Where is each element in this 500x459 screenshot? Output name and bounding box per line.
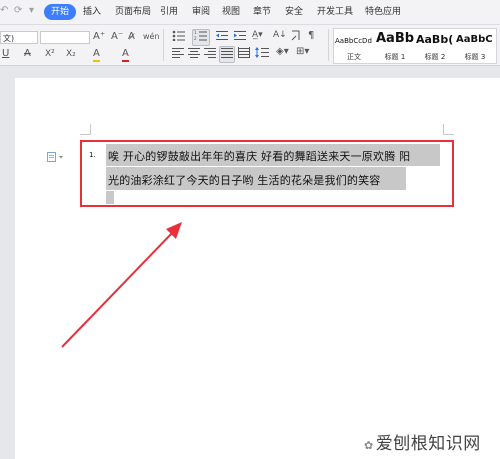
watermark-logo-icon: ✿ <box>364 439 374 452</box>
watermark: ✿ 爱刨根知识网 <box>364 429 481 454</box>
watermark-text: 爱刨根知识网 <box>375 434 481 454</box>
callout-arrow <box>61 222 182 348</box>
